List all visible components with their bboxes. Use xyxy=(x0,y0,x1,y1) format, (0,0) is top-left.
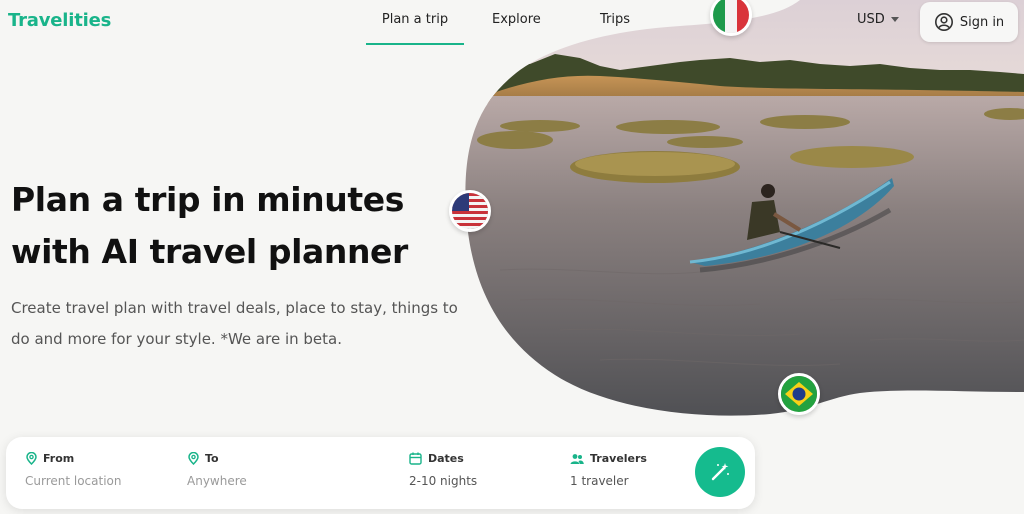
user-circle-icon xyxy=(934,12,954,32)
brand-logo[interactable]: Travelities xyxy=(8,10,111,31)
map-pin-icon xyxy=(26,452,37,465)
nav-explore[interactable]: Explore xyxy=(492,12,541,44)
nav-plan-a-trip[interactable]: Plan a trip xyxy=(366,12,464,45)
travelers-value[interactable]: 1 traveler xyxy=(570,474,629,488)
currency-label: USD xyxy=(857,12,885,27)
brazil-flag-icon xyxy=(778,373,820,415)
map-pin-icon xyxy=(188,452,199,465)
dates-label: Dates xyxy=(428,452,464,465)
travelers-label: Travelers xyxy=(590,452,647,465)
sign-in-button[interactable]: Sign in xyxy=(920,2,1018,42)
hero-title: Plan a trip in minutes with AI travel pl… xyxy=(11,180,408,271)
nav-trips[interactable]: Trips xyxy=(600,12,630,44)
generate-trip-button[interactable] xyxy=(695,447,745,497)
from-input[interactable]: Current location xyxy=(25,474,122,488)
sign-in-label: Sign in xyxy=(959,14,1005,30)
trip-search-bar: From Current location To Anywhere Dates … xyxy=(6,437,755,509)
dates-value[interactable]: 2-10 nights xyxy=(409,474,477,488)
calendar-icon xyxy=(409,452,422,465)
from-label: From xyxy=(43,452,75,465)
currency-selector[interactable]: USD xyxy=(857,12,899,27)
people-icon xyxy=(570,453,584,465)
to-input[interactable]: Anywhere xyxy=(187,474,247,488)
chevron-down-icon xyxy=(890,17,899,22)
magic-wand-icon xyxy=(709,461,731,483)
italy-flag-icon xyxy=(710,0,752,36)
hero-subtitle: Create travel plan with travel deals, pl… xyxy=(11,299,458,348)
to-label: To xyxy=(205,452,219,465)
